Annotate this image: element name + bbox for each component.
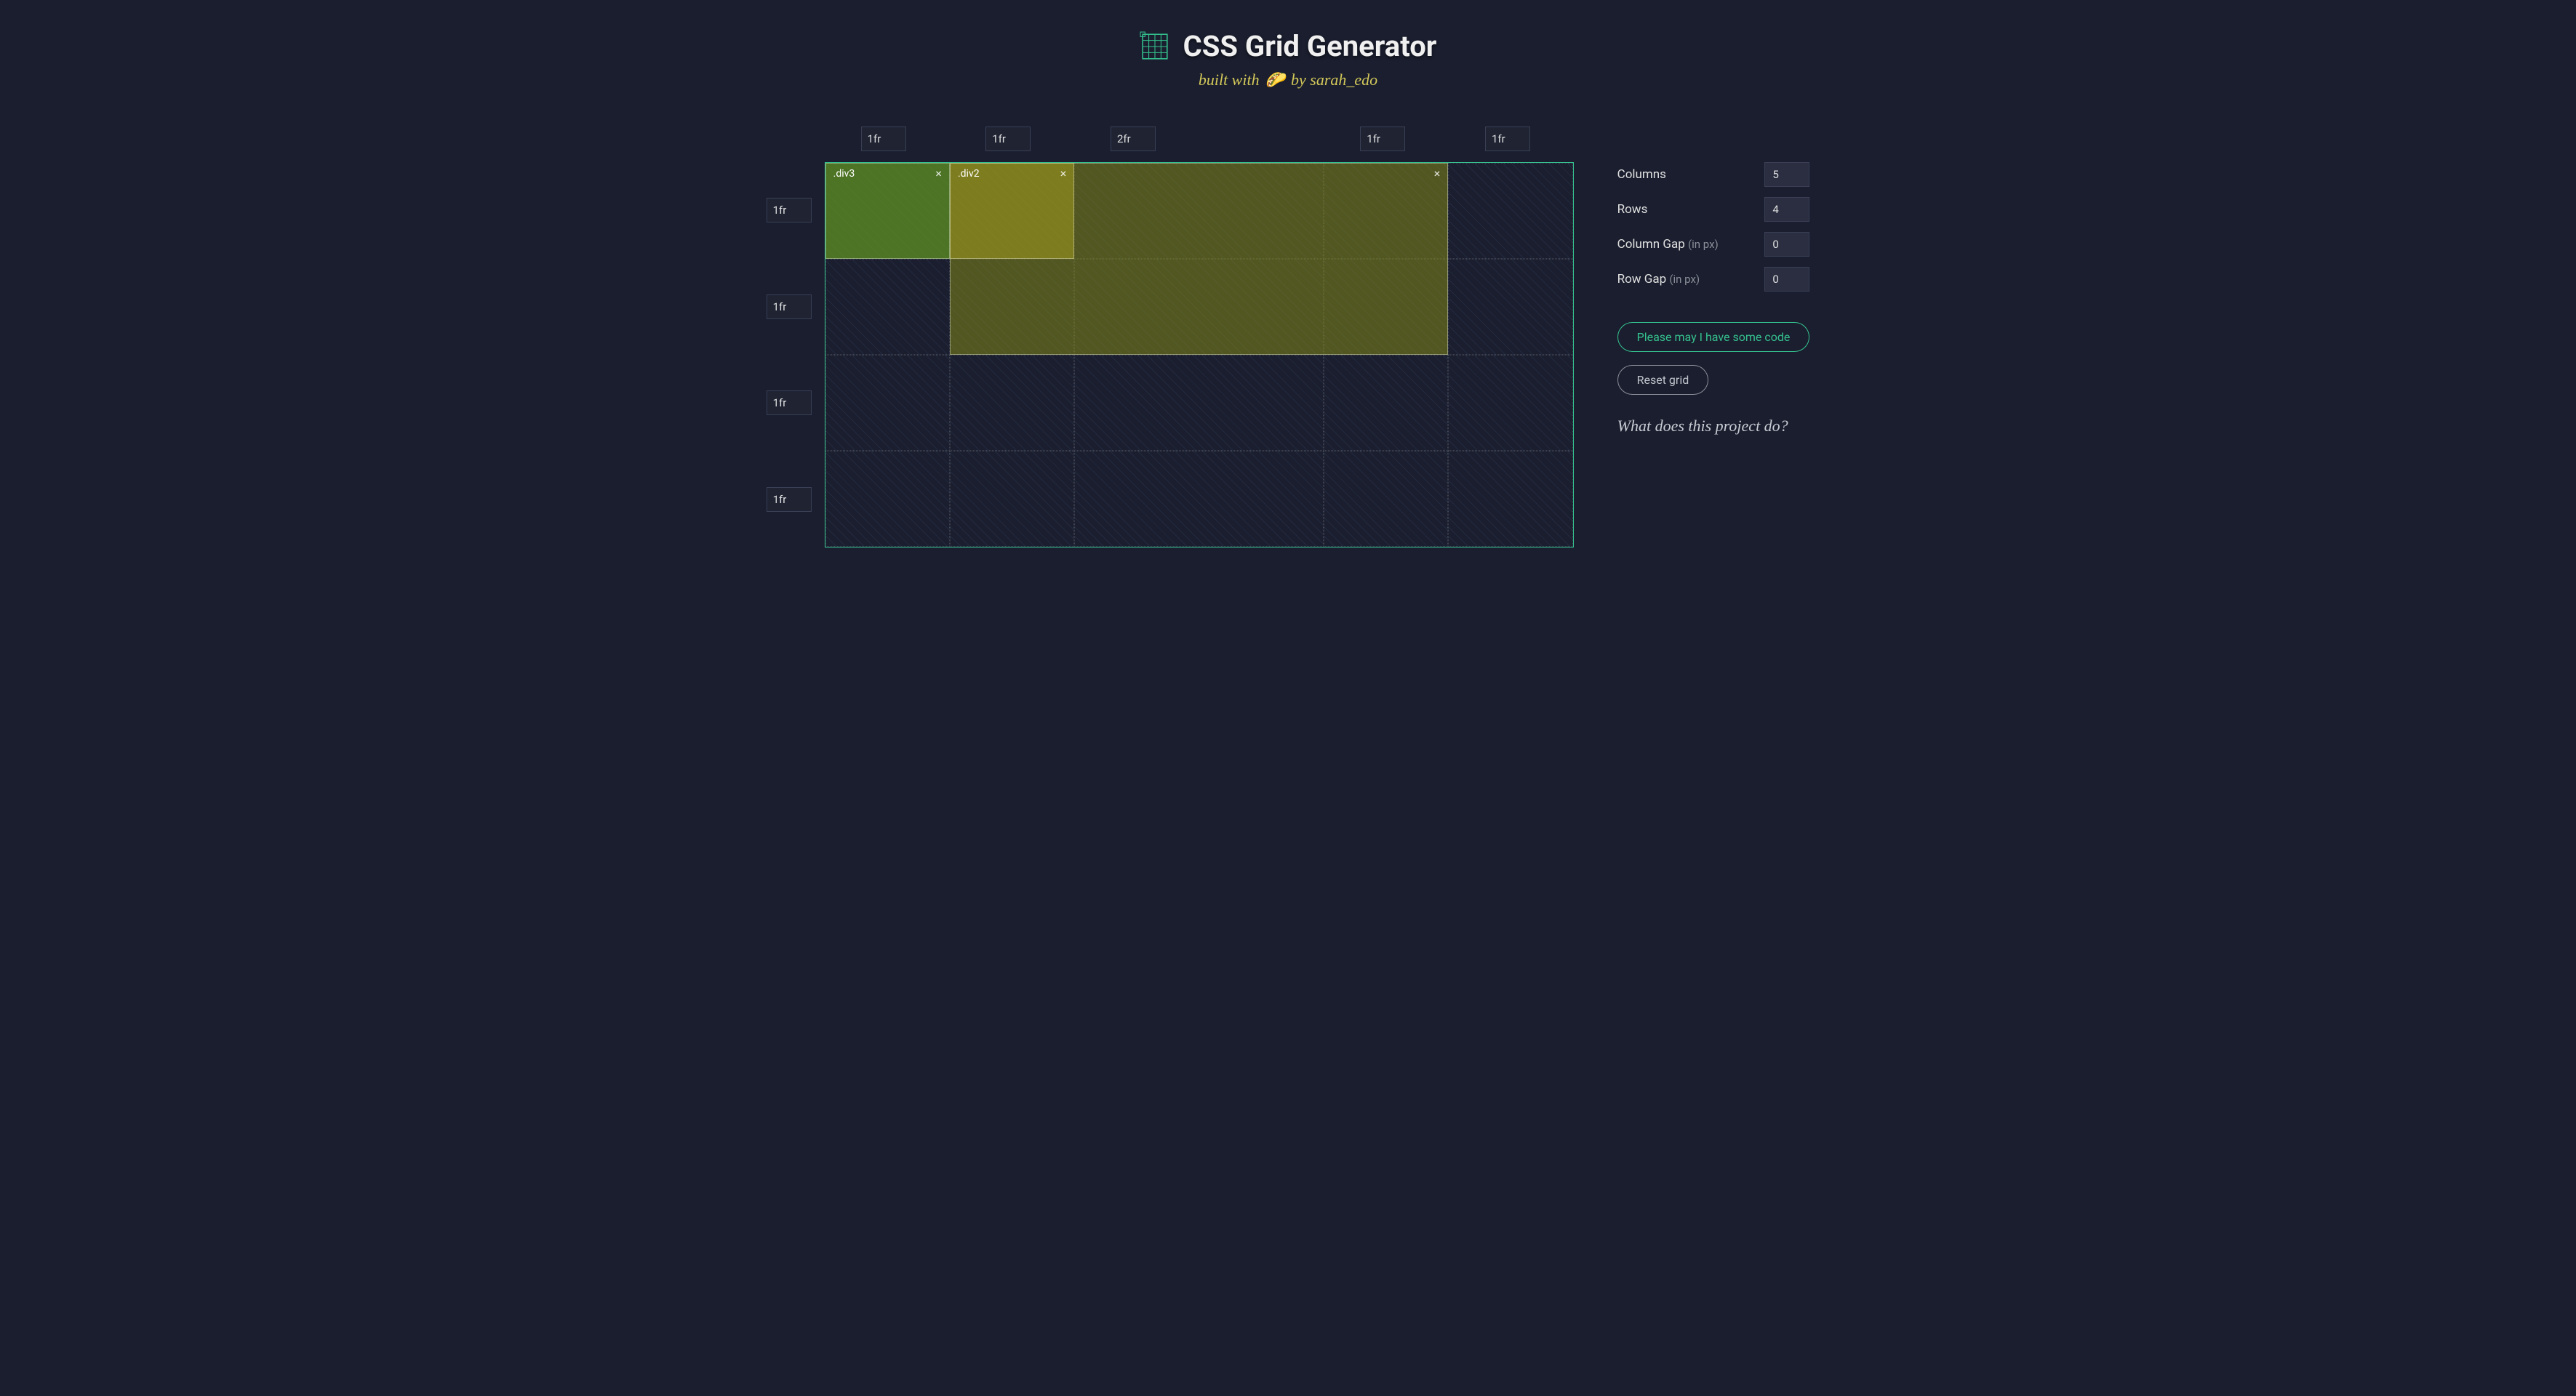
grid-cell[interactable] [825,259,950,355]
column-size-input-1[interactable] [985,127,1031,151]
row-gap-input[interactable] [1764,267,1809,292]
grid-cell[interactable] [1448,355,1572,451]
row-size-input-1[interactable] [767,294,812,319]
colgap-hint: (in px) [1688,238,1719,251]
colgap-label: Column Gap [1617,237,1685,252]
grid-cell[interactable] [1448,259,1572,355]
grid-canvas[interactable]: × .div2 × .div3 × [825,162,1574,547]
grid-cell[interactable] [1324,355,1448,451]
columns-input[interactable] [1764,162,1809,187]
grid-builder: × .div2 × .div3 × [767,126,1574,547]
column-size-input-3[interactable] [1360,127,1405,151]
what-does-this-do-link[interactable]: What does this project do? [1617,417,1810,436]
row-size-input-3[interactable] [767,487,812,512]
grid-cell[interactable] [1448,163,1572,259]
columns-label: Columns [1617,167,1666,182]
page-title: CSS Grid Generator [1183,29,1437,63]
close-icon[interactable]: × [935,168,942,180]
placed-div-label: .div2 [958,168,980,180]
column-size-inputs [825,126,1574,162]
row-size-inputs [767,162,825,547]
column-size-input-2[interactable] [1111,127,1156,151]
column-size-input-0[interactable] [861,127,906,151]
grid-cell[interactable] [1448,451,1572,547]
grid-cell[interactable] [1074,355,1324,451]
sidebar: Columns Rows Column Gap (in px) Row Gap … [1617,126,1810,436]
grid-icon [1140,31,1170,62]
row-size-input-0[interactable] [767,198,812,222]
rows-label: Rows [1617,202,1648,217]
placed-div-label: .div3 [833,168,855,180]
rows-input[interactable] [1764,197,1809,222]
grid-cell[interactable] [950,355,1074,451]
grid-cell[interactable] [1074,451,1324,547]
close-icon[interactable]: × [1060,168,1067,180]
column-gap-input[interactable] [1764,232,1809,257]
grid-cell[interactable] [825,355,950,451]
grid-cell[interactable] [950,451,1074,547]
header: CSS Grid Generator built with 🌮 by sarah… [44,29,2532,89]
column-size-input-4[interactable] [1485,127,1530,151]
taco-icon: 🌮 [1265,71,1285,89]
rowgap-hint: (in px) [1669,273,1700,286]
placed-div-2[interactable]: .div3 × [825,163,950,259]
reset-grid-button[interactable]: Reset grid [1617,365,1709,395]
generate-code-button[interactable]: Please may I have some code [1617,322,1810,352]
grid-cell[interactable] [1324,451,1448,547]
row-size-input-2[interactable] [767,390,812,415]
close-icon[interactable]: × [1434,168,1441,180]
subtitle: built with 🌮 by sarah_edo [44,71,2532,89]
placed-div-1[interactable]: .div2 × [950,163,1074,259]
rowgap-label: Row Gap [1617,272,1667,286]
grid-cell[interactable] [825,451,950,547]
